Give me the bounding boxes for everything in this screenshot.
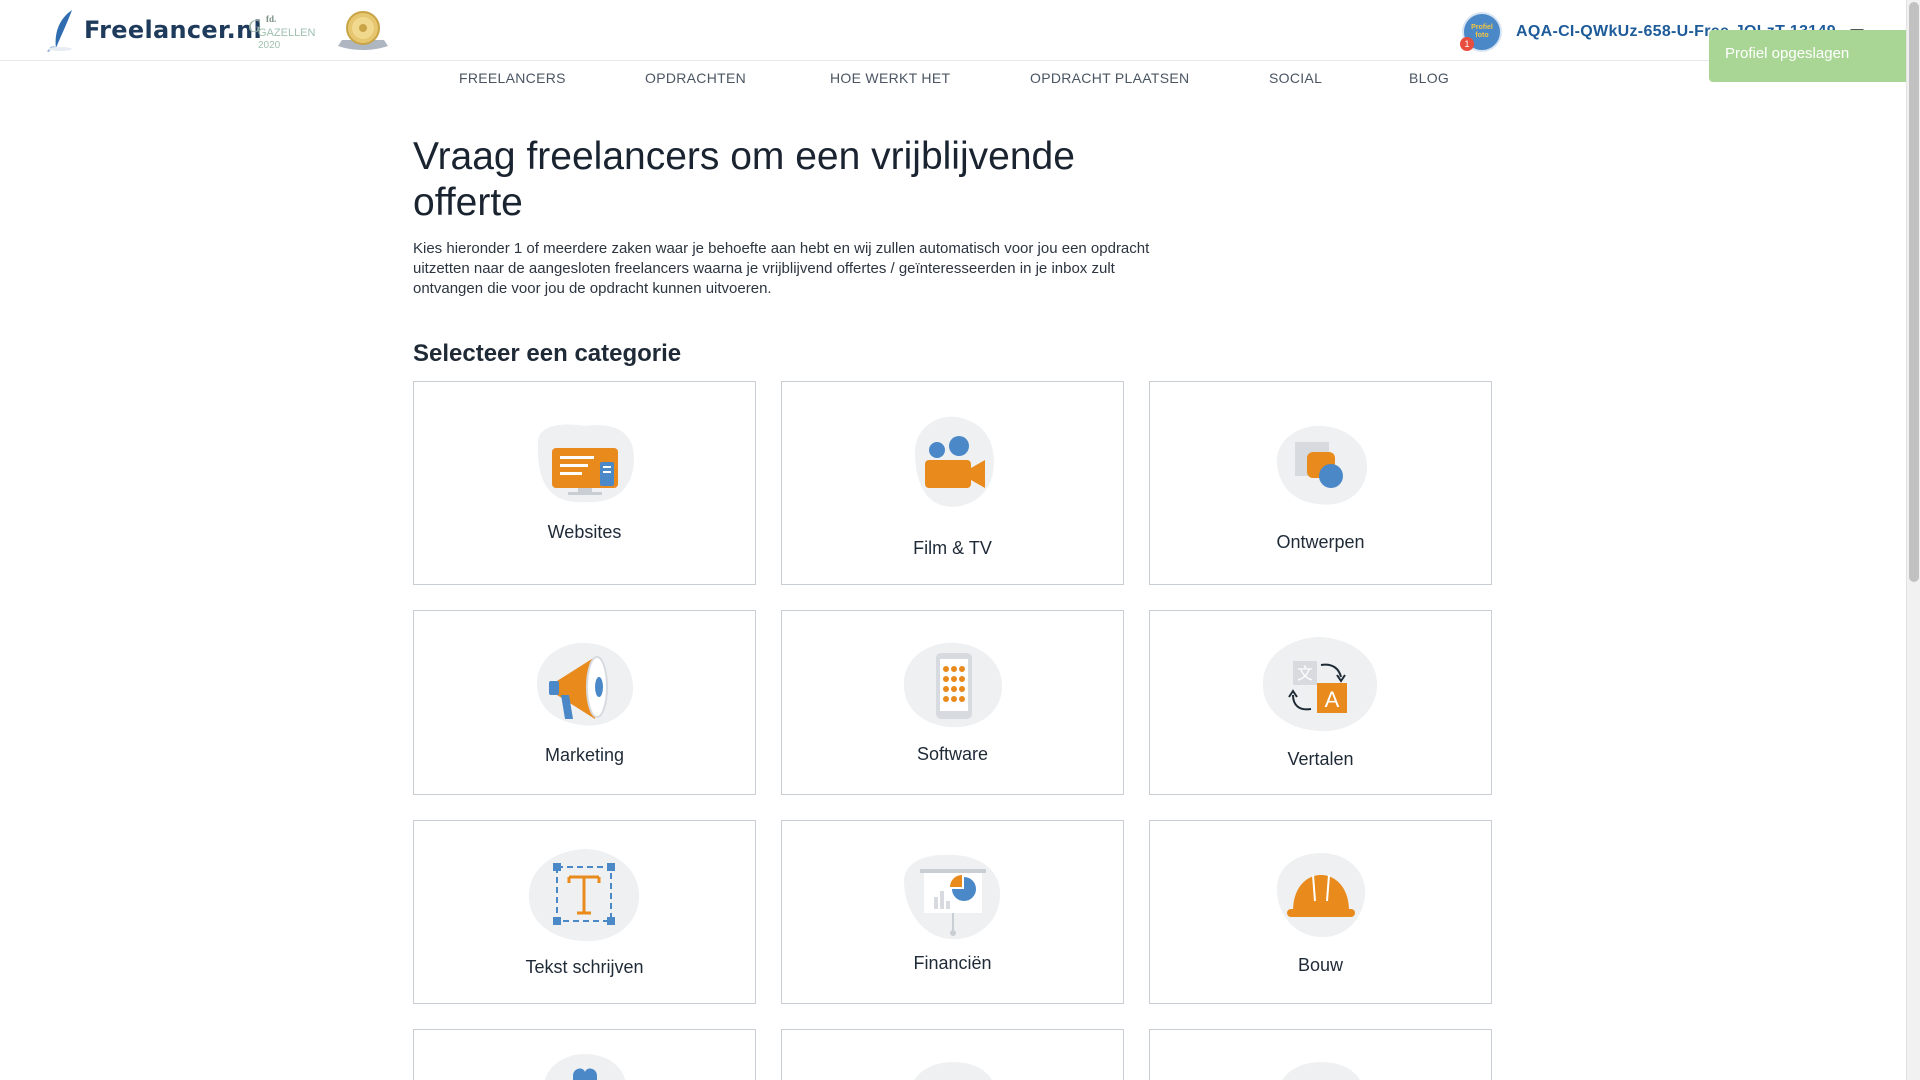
main-nav: FREELANCERS OPDRACHTEN HOE WERKT HET OPD… [0,66,1906,92]
category-card-financien[interactable]: Financiën [781,820,1124,1004]
nav-item-opdrachten[interactable]: OPDRACHTEN [645,70,746,86]
heart-icon [539,1052,631,1080]
nav-item-freelancers[interactable]: FREELANCERS [459,70,566,86]
category-label: Financiën [913,953,992,973]
svg-text:A: A [1324,687,1339,712]
notification-count-badge: 1 [1460,37,1474,51]
megaphone-icon [533,639,637,734]
category-icon [1275,1060,1367,1080]
section-title: Selecteer een categorie [413,340,682,367]
phone-grid-icon [900,641,1006,734]
category-card[interactable] [781,1029,1124,1080]
freelancer-logo[interactable]: Freelancer.nl [46,8,262,52]
presentation-chart-icon [900,851,1006,946]
category-card-film-tv[interactable]: Film & TV [781,381,1124,585]
category-card-marketing[interactable]: Marketing [413,610,756,795]
gazellen-badge-year: 2020 [258,40,281,50]
category-label: Film & TV [913,538,992,558]
category-card[interactable] [413,1029,756,1080]
intro-text: Kies hieronder 1 of meerdere zaken waar … [413,240,1150,297]
translate-icon: 文 A [1259,635,1383,740]
nav-item-blog[interactable]: BLOG [1409,70,1449,86]
category-label: Marketing [544,745,625,765]
category-card-tekst-schrijven[interactable]: Tekst schrijven [413,820,756,1004]
video-camera-icon [905,412,1001,517]
category-label: Ontwerpen [1276,532,1365,552]
scrollbar-thumb[interactable] [1909,2,1919,582]
category-label: Websites [547,522,622,542]
hard-hat-icon [1273,851,1369,946]
nav-item-opdracht-plaatsen[interactable]: OPDRACHT PLAATSEN [1030,70,1189,86]
scrollbar[interactable] [1906,0,1920,1080]
category-label: Software [916,744,989,764]
logo-text: Freelancer.nl [84,16,263,44]
toast-notification[interactable]: Profiel opgeslagen [1709,30,1906,82]
text-tool-icon [527,847,643,950]
category-card[interactable] [1149,1029,1492,1080]
shapes-icon [1271,424,1371,513]
feather-logo-icon [47,10,72,52]
gazellen-badge-top: fd. [266,14,276,24]
category-card-software[interactable]: Software [781,610,1124,795]
award-seal-badge [336,10,390,57]
svg-text:文: 文 [1296,665,1312,683]
avatar[interactable]: Profiel foto 1 [1460,12,1502,52]
category-icon [907,1060,999,1080]
category-card-websites[interactable]: Websites [413,381,756,585]
category-label: Vertalen [1287,749,1354,769]
gazellen-badge-text: GAZELLEN [258,27,316,39]
monitor-icon [530,422,640,511]
category-label: Bouw [1297,955,1344,975]
gazellen-badge: G fd. GAZELLEN 2020 [244,10,316,55]
top-bar: Freelancer.nl G fd. GAZELLEN 2020 Profie… [0,0,1906,61]
category-label: Tekst schrijven [525,957,644,977]
category-card-ontwerpen[interactable]: Ontwerpen [1149,381,1492,585]
nav-item-social[interactable]: SOCIAL [1269,70,1322,86]
page-title: Vraag freelancers om een vrijblijvende o… [413,135,1075,224]
category-card-bouw[interactable]: Bouw [1149,820,1492,1004]
category-card-vertalen[interactable]: 文 A Vertalen [1149,610,1492,795]
nav-item-hoe-werkt-het[interactable]: HOE WERKT HET [830,70,950,86]
